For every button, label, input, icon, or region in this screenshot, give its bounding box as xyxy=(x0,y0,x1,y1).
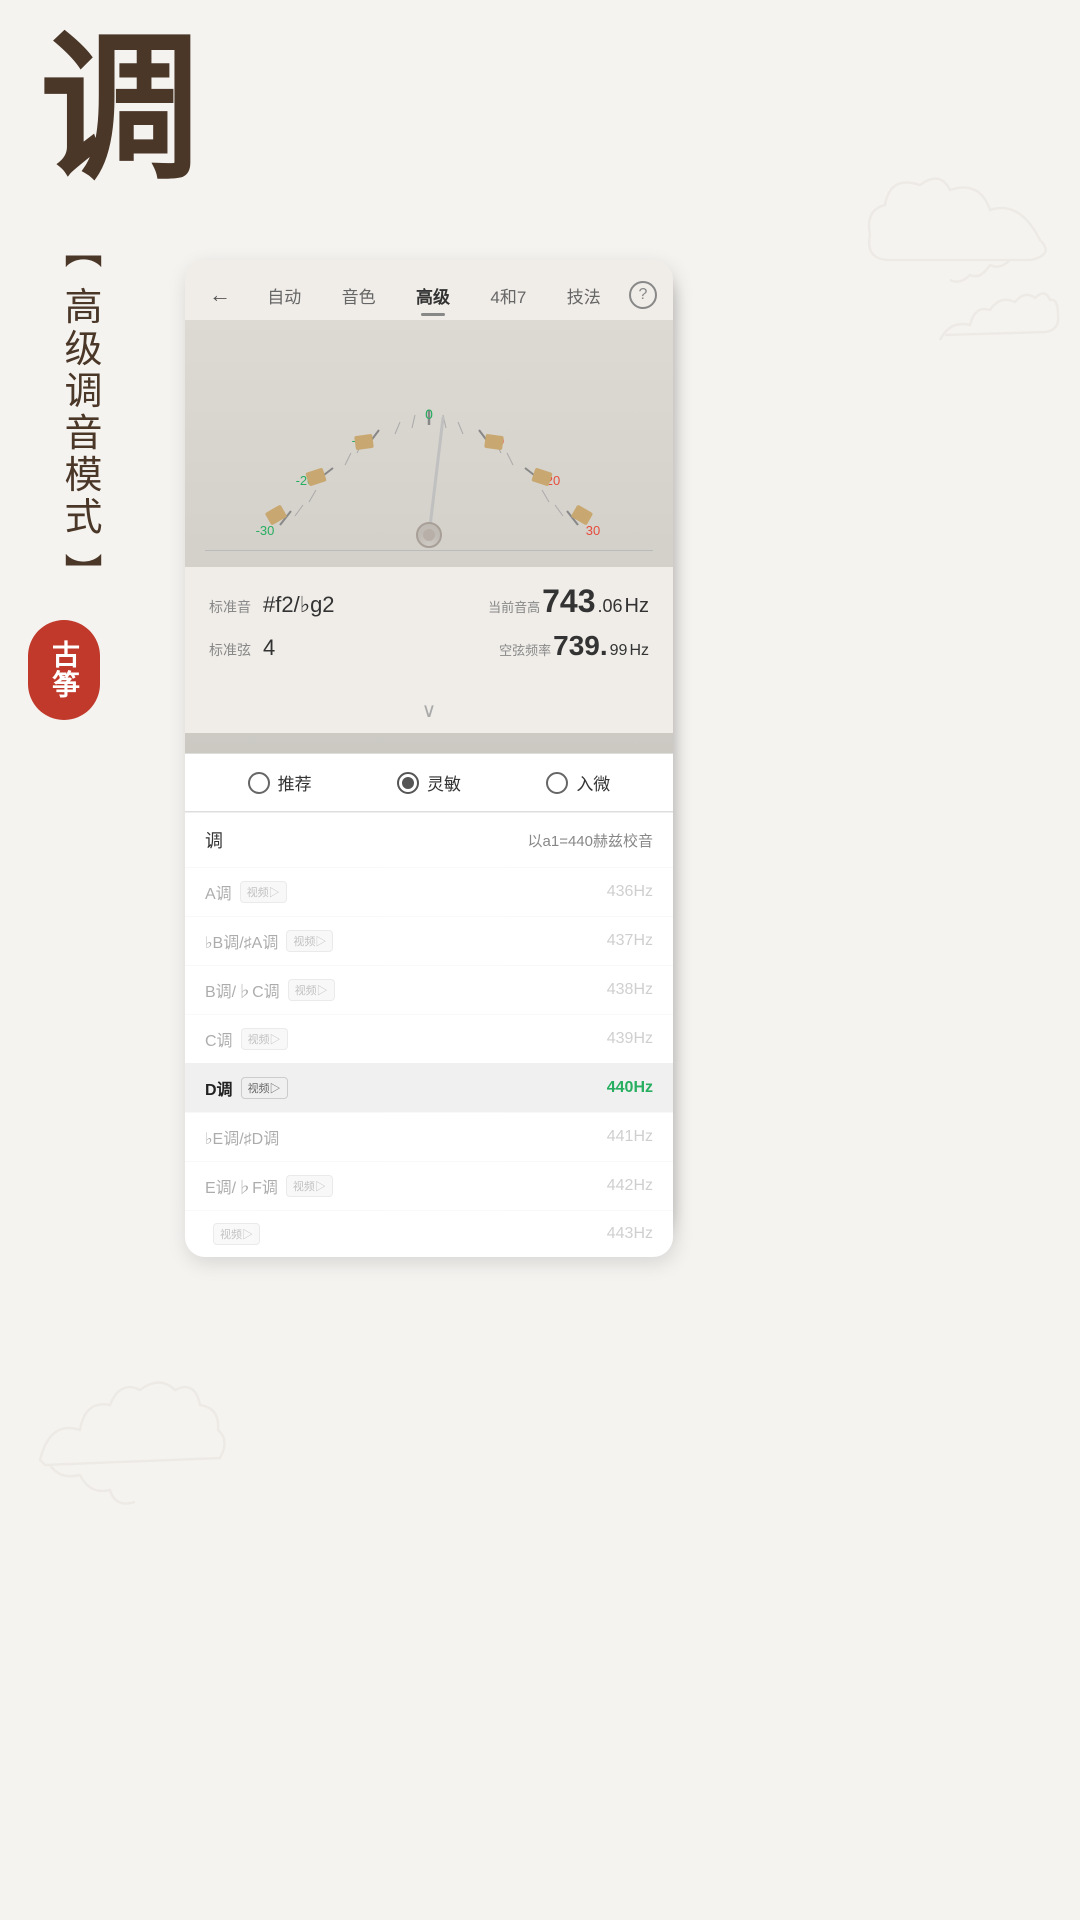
video-badge-1[interactable]: 视频▷ xyxy=(286,930,333,952)
key-header-subtitle: 以a1=440赫兹校音 xyxy=(528,830,653,851)
bracket-open: 【 xyxy=(58,230,100,272)
subtitle-text: 高级调音模式 xyxy=(58,287,100,539)
key-freq-4: 440Hz xyxy=(607,1079,653,1097)
sensitivity-option-fine[interactable]: 入微 xyxy=(546,770,610,795)
key-name-4: D调 xyxy=(205,1076,233,1100)
app-title-char: 调 xyxy=(40,30,200,190)
key-freq-7: 443Hz xyxy=(607,1225,653,1243)
key-row-7[interactable]: 视频▷ 443Hz xyxy=(185,1210,673,1257)
key-name-1: ♭B调/♯A调 xyxy=(205,929,278,953)
tab-4and7[interactable]: 4和7 xyxy=(484,279,532,312)
tab-technique[interactable]: 技法 xyxy=(561,279,607,312)
tab-advanced[interactable]: 高级 xyxy=(410,279,456,312)
sensitivity-section: 推荐 灵敏 入微 xyxy=(185,754,673,811)
instrument-badge: 古筝 xyxy=(28,620,100,720)
key-row-0[interactable]: A调 视频▷ 436Hz xyxy=(185,867,673,916)
key-list: A调 视频▷ 436Hz ♭B调/♯A调 视频▷ 437Hz B调/♭C调 视频… xyxy=(185,867,673,1257)
string-row: 标准弦 4 空弦频率 739. 99 Hz xyxy=(209,630,649,662)
key-name-3: C调 xyxy=(205,1027,233,1051)
key-freq-3: 439Hz xyxy=(607,1030,653,1048)
video-badge-0[interactable]: 视频▷ xyxy=(240,881,287,903)
open-string-freq-large: 739. xyxy=(553,630,608,662)
main-card: ← 自动 音色 高级 4和7 技法 ? xyxy=(185,260,673,1257)
video-badge-4[interactable]: 视频▷ xyxy=(241,1077,288,1099)
sensitivity-recommend-label: 推荐 xyxy=(278,770,312,795)
radio-fine[interactable] xyxy=(546,772,568,794)
help-button[interactable]: ? xyxy=(629,281,657,309)
video-badge-7[interactable]: 视频▷ xyxy=(213,1223,260,1245)
key-row-6-left: E调/♭F调 视频▷ xyxy=(205,1174,333,1198)
current-pitch-decimal: .06 xyxy=(598,596,623,617)
key-name-0: A调 xyxy=(205,880,232,904)
key-row-2-left: B调/♭C调 视频▷ xyxy=(205,978,335,1002)
video-badge-3[interactable]: 视频▷ xyxy=(241,1028,288,1050)
key-name-5: ♭E调/♯D调 xyxy=(205,1125,279,1149)
standard-string-value: 4 xyxy=(263,635,275,661)
key-freq-2: 438Hz xyxy=(607,981,653,999)
key-row-1[interactable]: ♭B调/♯A调 视频▷ 437Hz xyxy=(185,916,673,965)
standard-note-label: 标准音 xyxy=(209,597,251,617)
key-freq-6: 442Hz xyxy=(607,1177,653,1195)
key-row-0-left: A调 视频▷ xyxy=(205,880,287,904)
key-row-3[interactable]: C调 视频▷ 439Hz xyxy=(185,1014,673,1063)
pitch-row: 标准音 #f2/♭g2 当前音高 743 .06 Hz xyxy=(209,583,649,620)
tab-auto[interactable]: 自动 xyxy=(261,279,307,312)
key-row-1-left: ♭B调/♯A调 视频▷ xyxy=(205,929,333,953)
key-row-4-left: D调 视频▷ xyxy=(205,1076,288,1100)
svg-text:0: 0 xyxy=(425,406,433,422)
key-header-title: 调 xyxy=(205,827,223,853)
nav-bar: ← 自动 音色 高级 4和7 技法 ? xyxy=(185,260,673,320)
key-row-4[interactable]: D调 视频▷ 440Hz xyxy=(185,1063,673,1112)
key-freq-0: 436Hz xyxy=(607,883,653,901)
cloud-decoration-top xyxy=(860,160,1060,360)
key-freq-5: 441Hz xyxy=(607,1128,653,1146)
sensitivity-option-sensitive[interactable]: 灵敏 xyxy=(397,770,461,795)
app-subtitle: 【 高级调音模式 】 xyxy=(52,230,107,595)
key-header: 调 以a1=440赫兹校音 xyxy=(185,812,673,867)
nav-tabs: 自动 音色 高级 4和7 技法 xyxy=(247,279,621,312)
open-string-freq-unit: Hz xyxy=(629,642,649,660)
expand-chevron-icon: ∨ xyxy=(422,698,437,723)
video-badge-2[interactable]: 视频▷ xyxy=(288,979,335,1001)
key-row-7-left: 视频▷ xyxy=(205,1223,260,1245)
standard-note-value: #f2/♭g2 xyxy=(263,592,335,618)
radio-sensitive[interactable] xyxy=(397,772,419,794)
key-row-3-left: C调 视频▷ xyxy=(205,1027,288,1051)
radio-recommend[interactable] xyxy=(248,772,270,794)
expand-button[interactable]: ∨ xyxy=(185,688,673,733)
key-row-5-left: ♭E调/♯D调 xyxy=(205,1125,279,1149)
current-pitch-large: 743 xyxy=(542,583,595,620)
svg-text:30: 30 xyxy=(586,523,600,538)
gauge-container: -30 -20 -10 0 10 20 xyxy=(185,330,673,550)
open-string-freq-label: 空弦频率 xyxy=(499,640,551,659)
app-card-wrapper: ← 自动 音色 高级 4和7 技法 ? xyxy=(185,260,675,1257)
key-row-2[interactable]: B调/♭C调 视频▷ 438Hz xyxy=(185,965,673,1014)
svg-text:-30: -30 xyxy=(256,523,275,538)
key-name-6: E调/♭F调 xyxy=(205,1174,278,1198)
open-string-freq-decimal: 99 xyxy=(610,642,628,660)
key-freq-1: 437Hz xyxy=(607,932,653,950)
back-button[interactable]: ← xyxy=(201,278,239,312)
bracket-close: 】 xyxy=(58,553,100,595)
gauge-svg: -30 -20 -10 0 10 20 xyxy=(185,330,673,550)
sensitivity-sensitive-label: 灵敏 xyxy=(427,770,461,795)
key-row-6[interactable]: E调/♭F调 视频▷ 442Hz xyxy=(185,1161,673,1210)
current-pitch-label: 当前音高 xyxy=(488,597,540,616)
current-pitch-unit: Hz xyxy=(625,595,649,618)
tuner-section: -30 -20 -10 0 10 20 xyxy=(185,320,673,753)
standard-string-label: 标准弦 xyxy=(209,640,251,660)
sensitivity-option-recommend[interactable]: 推荐 xyxy=(248,770,312,795)
sensitivity-fine-label: 入微 xyxy=(576,770,610,795)
key-row-5[interactable]: ♭E调/♯D调 441Hz xyxy=(185,1112,673,1161)
cloud-decoration-bottom xyxy=(20,1350,240,1570)
tab-timbre[interactable]: 音色 xyxy=(336,279,382,312)
video-badge-6[interactable]: 视频▷ xyxy=(286,1175,333,1197)
info-section: 标准音 #f2/♭g2 当前音高 743 .06 Hz 标准弦 4 xyxy=(185,567,673,688)
key-name-2: B调/♭C调 xyxy=(205,978,280,1002)
